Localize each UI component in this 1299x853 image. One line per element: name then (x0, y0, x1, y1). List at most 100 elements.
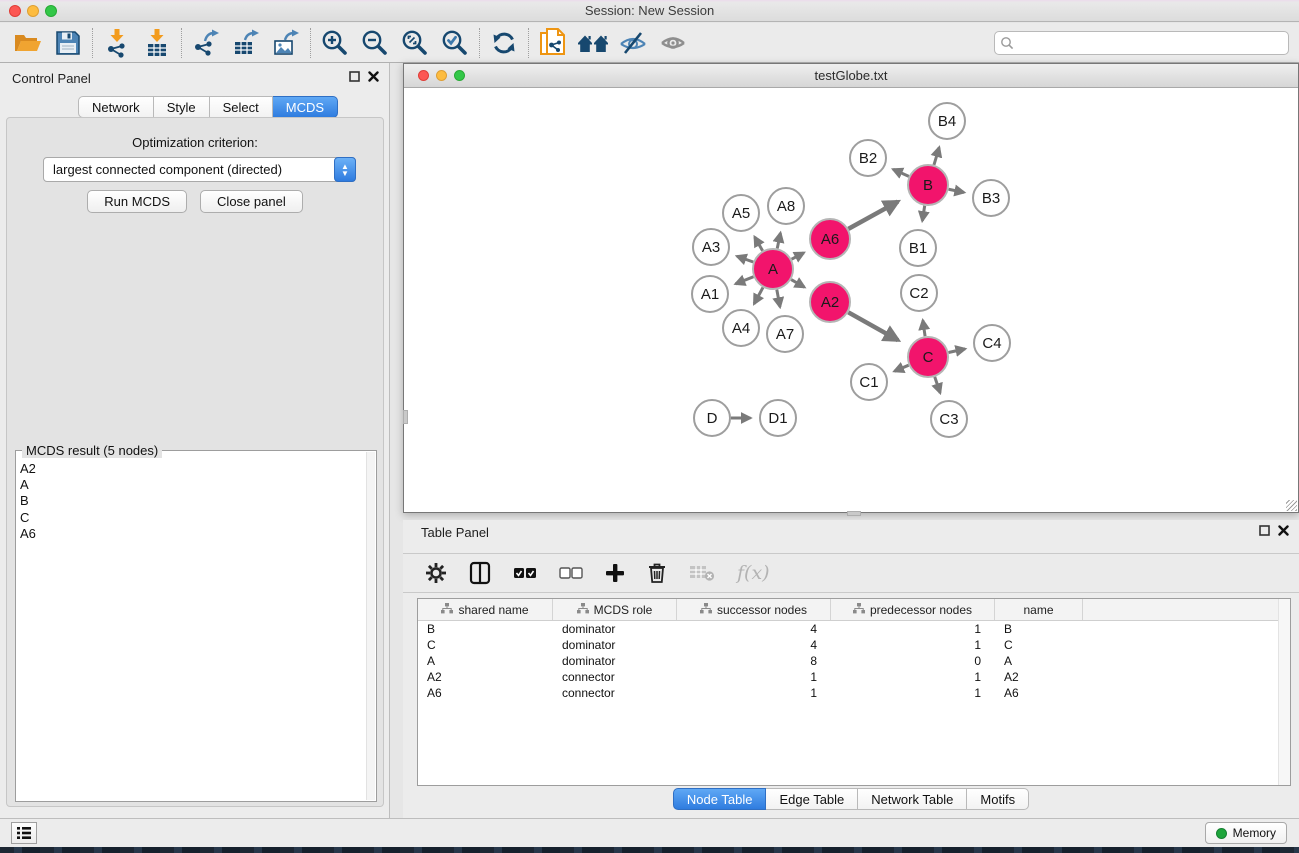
graph-node-C4[interactable]: C4 (974, 325, 1010, 361)
open-file-icon[interactable] (8, 26, 48, 60)
column-header-successor-nodes[interactable]: successor nodes (677, 599, 831, 620)
edge-B-B2[interactable] (893, 169, 909, 176)
cell-name[interactable]: B (995, 621, 1083, 637)
float-table-panel-icon[interactable] (1259, 525, 1270, 536)
graph-node-B4[interactable]: B4 (929, 103, 965, 139)
graph-node-A[interactable]: A (753, 249, 793, 289)
cell-shared-name[interactable]: A6 (418, 685, 553, 701)
network-window-titlebar[interactable]: testGlobe.txt (404, 64, 1298, 88)
cell-shared-name[interactable]: C (418, 637, 553, 653)
cell-predecessor-nodes[interactable]: 1 (831, 637, 995, 653)
graph-node-A6[interactable]: A6 (810, 219, 850, 259)
graph-node-A7[interactable]: A7 (767, 316, 803, 352)
mcds-result-item[interactable]: A6 (20, 526, 366, 542)
zoom-selected-icon[interactable] (435, 26, 475, 60)
delete-column-trash-icon[interactable] (647, 562, 667, 584)
optimization-criterion-dropdown[interactable]: largest connected component (directed) ▲… (43, 157, 356, 182)
cell-name[interactable]: A2 (995, 669, 1083, 685)
show-all-eye-icon[interactable] (653, 26, 693, 60)
table-settings-gear-icon[interactable] (425, 562, 447, 584)
table-row[interactable]: A6connector11A6 (418, 685, 1290, 701)
edge-A-A3[interactable] (737, 256, 753, 262)
graph-node-A2[interactable]: A2 (810, 282, 850, 322)
mcds-result-item[interactable]: A2 (20, 461, 366, 477)
unselect-all-columns-icon[interactable] (559, 567, 583, 579)
cell-shared-name[interactable]: B (418, 621, 553, 637)
column-header-name[interactable]: name (995, 599, 1083, 620)
cell-successor-nodes[interactable]: 4 (677, 621, 831, 637)
edge-C-C4[interactable] (949, 349, 966, 353)
task-history-list-icon[interactable] (11, 822, 37, 844)
graph-node-D1[interactable]: D1 (760, 400, 796, 436)
window-resize-grip[interactable] (1286, 500, 1297, 511)
memory-button[interactable]: Memory (1205, 822, 1287, 844)
mcds-result-list[interactable]: A2ABCA6 (20, 461, 366, 799)
refresh-icon[interactable] (484, 26, 524, 60)
show-column-panel-icon[interactable] (469, 561, 491, 585)
home-first-neighbors-icon[interactable] (573, 26, 613, 60)
cell-shared-name[interactable]: A (418, 653, 553, 669)
zoom-in-icon[interactable] (315, 26, 355, 60)
table-tab-network-table[interactable]: Network Table (858, 788, 967, 810)
graph-node-A8[interactable]: A8 (768, 188, 804, 224)
column-header-MCDS-role[interactable]: MCDS role (553, 599, 677, 620)
cell-predecessor-nodes[interactable]: 1 (831, 669, 995, 685)
cell-successor-nodes[interactable]: 4 (677, 637, 831, 653)
edge-B-B1[interactable] (922, 206, 924, 221)
cell-MCDS-role[interactable]: connector (553, 669, 677, 685)
table-tab-motifs[interactable]: Motifs (967, 788, 1029, 810)
table-scrollbar[interactable] (1278, 599, 1290, 785)
cell-successor-nodes[interactable]: 8 (677, 653, 831, 669)
table-row[interactable]: Bdominator41B (418, 621, 1290, 637)
cell-MCDS-role[interactable]: dominator (553, 637, 677, 653)
graph-node-A1[interactable]: A1 (692, 276, 728, 312)
cell-name[interactable]: C (995, 637, 1083, 653)
delete-table-icon[interactable] (689, 564, 715, 582)
column-header-predecessor-nodes[interactable]: predecessor nodes (831, 599, 995, 620)
mcds-result-item[interactable]: A (20, 477, 366, 493)
edge-A-A5[interactable] (755, 237, 763, 251)
graph-node-B3[interactable]: B3 (973, 180, 1009, 216)
graph-node-C2[interactable]: C2 (901, 275, 937, 311)
mcds-result-item[interactable]: B (20, 493, 366, 509)
cell-successor-nodes[interactable]: 1 (677, 669, 831, 685)
edge-C-C2[interactable] (923, 320, 925, 336)
control-tab-select[interactable]: Select (210, 96, 273, 118)
function-builder-icon[interactable]: f(x) (737, 562, 770, 584)
edge-B-B3[interactable] (949, 189, 964, 192)
edge-A6-B[interactable] (848, 202, 897, 229)
result-scrollbar[interactable] (366, 452, 375, 800)
export-image-icon[interactable] (266, 26, 306, 60)
edge-A-A7[interactable] (777, 290, 780, 307)
control-tab-mcds[interactable]: MCDS (273, 96, 338, 118)
cell-predecessor-nodes[interactable]: 1 (831, 621, 995, 637)
mcds-result-item[interactable]: C (20, 510, 366, 526)
horizontal-scroll-thumb[interactable] (847, 511, 861, 516)
zoom-out-icon[interactable] (355, 26, 395, 60)
cell-MCDS-role[interactable]: dominator (553, 621, 677, 637)
graph-node-A4[interactable]: A4 (723, 310, 759, 346)
column-header-shared-name[interactable]: shared name (418, 599, 553, 620)
select-all-columns-icon[interactable] (513, 567, 537, 579)
save-session-icon[interactable] (48, 26, 88, 60)
edge-A-A1[interactable] (736, 277, 754, 284)
graph-node-B1[interactable]: B1 (900, 230, 936, 266)
zoom-fit-icon[interactable] (395, 26, 435, 60)
vertical-scroll-thumb[interactable] (403, 410, 408, 424)
table-row[interactable]: A2connector11A2 (418, 669, 1290, 685)
cell-shared-name[interactable]: A2 (418, 669, 553, 685)
control-tab-network[interactable]: Network (78, 96, 154, 118)
table-row[interactable]: Adominator80A (418, 653, 1290, 669)
edge-A-A8[interactable] (777, 233, 780, 248)
edge-C-C1[interactable] (894, 365, 908, 371)
graph-node-B2[interactable]: B2 (850, 140, 886, 176)
cell-MCDS-role[interactable]: dominator (553, 653, 677, 669)
cell-name[interactable]: A (995, 653, 1083, 669)
close-panel-icon[interactable] (368, 71, 379, 82)
table-tab-edge-table[interactable]: Edge Table (766, 788, 858, 810)
edge-A-A4[interactable] (754, 287, 763, 303)
cell-successor-nodes[interactable]: 1 (677, 685, 831, 701)
edge-A2-C[interactable] (848, 312, 898, 340)
network-graph[interactable]: B4B2BB3A5A8A6A3B1AA1C2A2A4A7C4CC1DD1C3 (404, 88, 1298, 512)
control-tab-style[interactable]: Style (154, 96, 210, 118)
